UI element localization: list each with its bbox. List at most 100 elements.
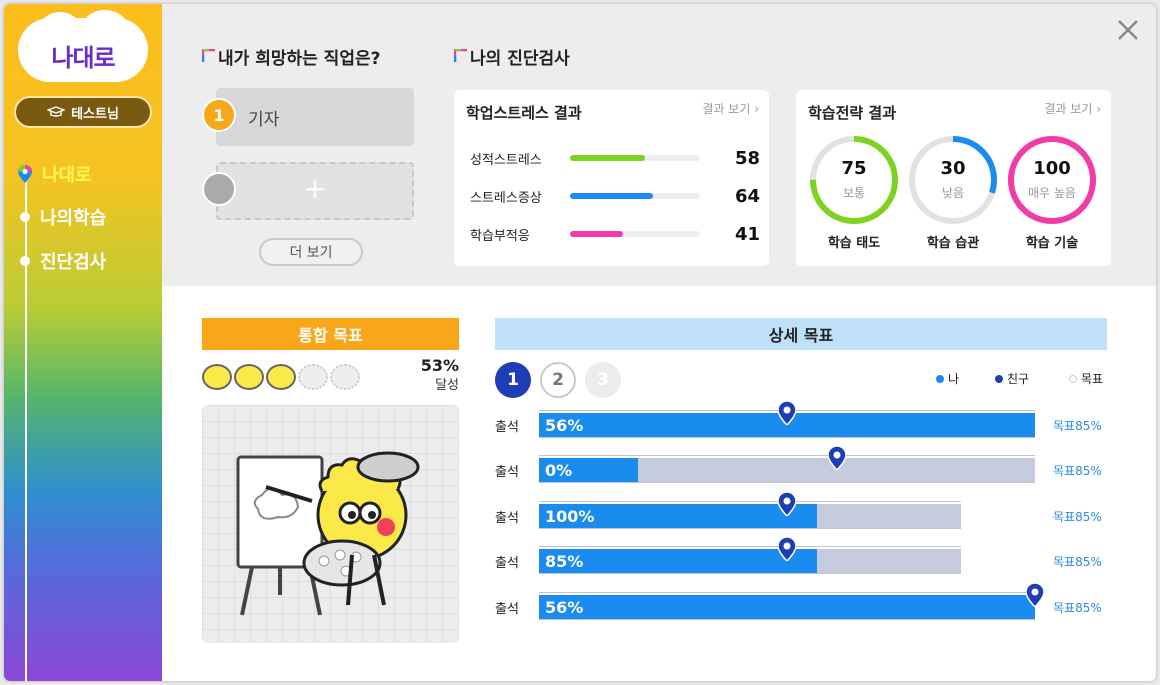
stress-bar bbox=[570, 155, 646, 161]
bracket-icon bbox=[202, 49, 215, 62]
step-3-button[interactable]: 3 bbox=[585, 362, 621, 398]
legend-target: 목표 bbox=[1069, 370, 1103, 387]
detail-row: 출석 56% 목표85% bbox=[495, 401, 1115, 440]
progress-value: 56% bbox=[545, 598, 584, 617]
face-icon bbox=[202, 364, 232, 390]
sidebar-item-label: 진단검사 bbox=[40, 252, 107, 273]
step-2-button[interactable]: 2 bbox=[540, 362, 576, 398]
progress-bar: 85% bbox=[539, 537, 961, 574]
ring-caption: 학습 습관 bbox=[926, 236, 980, 251]
progress-value: 56% bbox=[545, 416, 584, 435]
progress-bar: 56% bbox=[539, 401, 1035, 438]
face-icon bbox=[298, 364, 328, 390]
more-button[interactable]: 더 보기 bbox=[259, 238, 363, 266]
ring-value: 100 bbox=[1033, 158, 1071, 179]
painter-character-icon bbox=[236, 451, 420, 616]
row-label: 출석 bbox=[495, 465, 519, 480]
job-number-badge: 1 bbox=[202, 98, 236, 132]
stress-track bbox=[570, 155, 700, 161]
ring-value: 30 bbox=[940, 158, 966, 179]
ring-level: 매우 높음 bbox=[1028, 186, 1076, 200]
strategy-card: 학습전략 결과 결과 보기 › 75 보통 학습 태도 30 낮음 학습 습관 bbox=[796, 90, 1111, 266]
row-label: 출석 bbox=[495, 556, 519, 571]
face-icon bbox=[330, 364, 360, 390]
stress-bar bbox=[570, 193, 654, 199]
target-label: 목표85% bbox=[1053, 601, 1102, 615]
face-icon bbox=[266, 364, 296, 390]
job-slot-1[interactable] bbox=[216, 88, 414, 146]
sidebar: 나대로 테스트님 나대로 나의학습 진단검사 bbox=[4, 4, 162, 681]
target-label: 목표85% bbox=[1053, 419, 1102, 433]
friend-marker-icon bbox=[778, 401, 796, 425]
stress-row: 스트레스증상 64 bbox=[470, 185, 760, 207]
ring-value: 75 bbox=[841, 158, 867, 179]
friend-marker-icon bbox=[827, 446, 846, 470]
graduation-cap-icon bbox=[47, 106, 66, 118]
nav-dot bbox=[20, 256, 30, 266]
ring-habit: 30 낮음 학습 습관 bbox=[907, 134, 999, 251]
sidebar-item-diagnosis[interactable]: 진단검사 bbox=[18, 248, 106, 274]
progress-fill bbox=[539, 595, 1035, 619]
stress-row: 성적스트레스 58 bbox=[470, 147, 760, 169]
target-label: 목표85% bbox=[1053, 464, 1102, 478]
jobs-title: 내가 희망하는 직업은? bbox=[202, 44, 380, 69]
progress-value: 0% bbox=[545, 461, 573, 480]
row-label: 출석 bbox=[495, 420, 519, 435]
step-1-button[interactable]: 1 bbox=[495, 362, 531, 398]
user-name: 테스트님 bbox=[71, 106, 119, 122]
progress-ring bbox=[810, 136, 898, 224]
integrated-goal-header: 통합 목표 bbox=[202, 318, 459, 350]
legend-friend: 친구 bbox=[995, 370, 1029, 387]
detail-row: 출석 0% 목표85% bbox=[495, 446, 1115, 485]
stress-result-link[interactable]: 결과 보기 › bbox=[702, 100, 759, 117]
stress-track bbox=[570, 231, 700, 237]
stress-track bbox=[570, 193, 700, 199]
legend-dot bbox=[1069, 374, 1077, 383]
progress-ring bbox=[1008, 136, 1096, 224]
friend-marker-icon bbox=[1026, 583, 1044, 607]
strategy-result-link[interactable]: 결과 보기 › bbox=[1044, 100, 1101, 117]
add-job-icon[interactable]: + bbox=[216, 172, 414, 205]
character-illustration bbox=[202, 405, 459, 643]
face-icon bbox=[234, 364, 264, 390]
ring-level: 보통 bbox=[842, 186, 866, 200]
detail-row: 출석 100% 목표85% bbox=[495, 492, 1115, 531]
job-label: 기자 bbox=[248, 110, 280, 130]
stress-value: 64 bbox=[734, 185, 760, 207]
stress-value: 58 bbox=[734, 147, 760, 169]
ring-attitude: 75 보통 학습 태도 bbox=[808, 134, 900, 251]
top-panel: 내가 희망하는 직업은? 1 기자 + 더 보기 나의 진단검사 학업스트레스 … bbox=[162, 4, 1156, 286]
achievement-percent: 53% bbox=[420, 356, 459, 375]
detail-row: 출석 85% 목표85% bbox=[495, 537, 1115, 576]
achievement-faces bbox=[202, 364, 360, 390]
friend-marker-icon bbox=[778, 492, 796, 516]
detail-goal-header: 상세 목표 bbox=[495, 318, 1107, 350]
diagnosis-title: 나의 진단검사 bbox=[454, 44, 570, 69]
location-pin-icon bbox=[18, 165, 32, 183]
ring-caption: 학습 기술 bbox=[1025, 236, 1079, 251]
progress-bar: 0% bbox=[539, 446, 1035, 483]
user-badge[interactable]: 테스트님 bbox=[14, 96, 152, 128]
legend-dot bbox=[995, 374, 1003, 383]
close-icon[interactable] bbox=[1116, 18, 1140, 42]
logo: 나대로 bbox=[18, 10, 148, 82]
row-label: 출석 bbox=[495, 602, 519, 617]
progress-value: 100% bbox=[545, 507, 595, 526]
sidebar-item-label: 나대로 bbox=[42, 165, 92, 186]
ring-level: 낮음 bbox=[941, 186, 965, 200]
friend-marker-icon bbox=[778, 537, 796, 561]
progress-ring bbox=[909, 136, 997, 224]
progress-value: 85% bbox=[545, 552, 584, 571]
legend-me: 나 bbox=[936, 370, 959, 387]
bracket-icon bbox=[454, 49, 467, 62]
detail-row: 출석 56% 목표85% bbox=[495, 583, 1115, 622]
sidebar-item-my-learning[interactable]: 나의학습 bbox=[18, 204, 106, 230]
progress-bar: 56% bbox=[539, 583, 1044, 620]
ring-caption: 학습 태도 bbox=[827, 236, 881, 251]
stress-card: 학업스트레스 결과 결과 보기 › 성적스트레스 58 스트레스증상 64 학습… bbox=[454, 90, 769, 266]
target-label: 목표85% bbox=[1053, 555, 1102, 569]
legend-dot bbox=[936, 374, 944, 383]
progress-bar: 100% bbox=[539, 492, 961, 529]
row-label: 출석 bbox=[495, 511, 519, 526]
sidebar-item-nadaero[interactable]: 나대로 bbox=[18, 161, 92, 187]
